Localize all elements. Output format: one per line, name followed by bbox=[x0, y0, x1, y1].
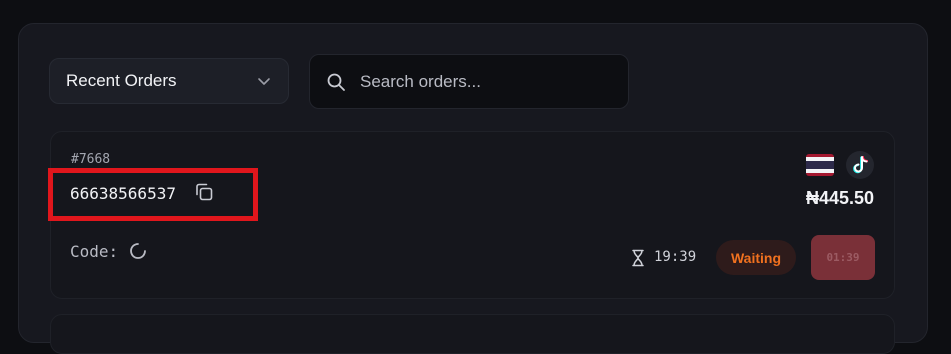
search-icon bbox=[326, 72, 346, 92]
hourglass-icon bbox=[630, 249, 646, 267]
search-box[interactable] bbox=[309, 54, 629, 109]
chevron-down-icon bbox=[256, 73, 272, 89]
orders-filter-label: Recent Orders bbox=[66, 71, 177, 90]
order-card-next bbox=[50, 314, 895, 354]
countdown-button[interactable]: 01:39 bbox=[811, 235, 875, 280]
copy-icon[interactable] bbox=[194, 182, 214, 202]
order-id: #7668 bbox=[71, 152, 111, 167]
thailand-flag-icon bbox=[806, 154, 834, 176]
order-price: ₦445.50 bbox=[806, 188, 875, 208]
code-label: Code: bbox=[70, 242, 119, 261]
elapsed-timer: 19:39 bbox=[654, 249, 697, 265]
orders-filter-dropdown[interactable]: Recent Orders bbox=[49, 58, 289, 104]
search-input[interactable] bbox=[360, 71, 612, 92]
phone-number: 66638566537 bbox=[70, 184, 176, 203]
status-badge: Waiting bbox=[716, 240, 796, 275]
spinner-icon bbox=[128, 241, 148, 261]
tiktok-icon bbox=[846, 151, 874, 179]
